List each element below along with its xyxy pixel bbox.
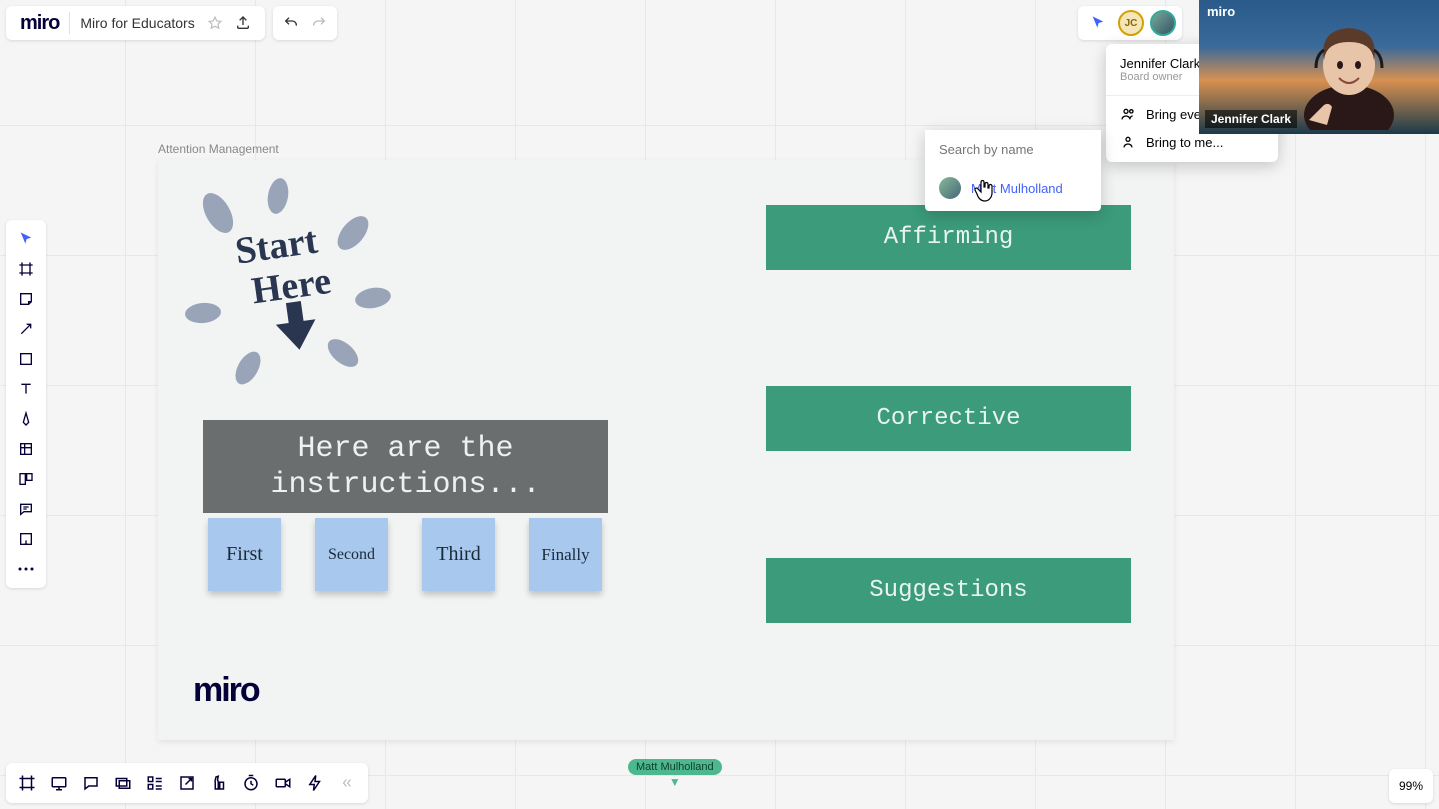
block-affirming[interactable]: Affirming <box>766 205 1131 270</box>
text-tool-icon[interactable] <box>11 376 41 402</box>
bottom-toolbar <box>6 763 368 803</box>
search-input[interactable] <box>925 130 1101 169</box>
avatar-icon <box>939 177 961 199</box>
table-tool-icon[interactable] <box>11 436 41 462</box>
zoom-value: 99% <box>1399 779 1423 793</box>
arrow-tool-icon[interactable] <box>11 316 41 342</box>
kanban-tool-icon[interactable] <box>11 466 41 492</box>
frame-label[interactable]: Attention Management <box>158 142 279 156</box>
miro-logo[interactable]: miro <box>14 12 65 35</box>
miro-logo-canvas[interactable]: miro <box>193 671 259 710</box>
export-icon[interactable] <box>229 9 257 37</box>
top-left-toolbar: miro Miro for Educators <box>6 6 337 40</box>
activity-icon[interactable] <box>140 768 170 798</box>
select-tool-icon[interactable] <box>11 226 41 252</box>
sticky-tool-icon[interactable] <box>11 286 41 312</box>
video-person <box>1294 20 1404 130</box>
comment-tool-icon[interactable] <box>11 496 41 522</box>
start-here-graphic[interactable]: Start Here <box>178 178 398 388</box>
shape-tool-icon[interactable] <box>11 346 41 372</box>
iframe-tool-icon[interactable] <box>11 526 41 552</box>
share-external-icon[interactable] <box>172 768 202 798</box>
presentation-icon[interactable] <box>44 768 74 798</box>
menu-item-label: Bring to me... <box>1146 135 1223 150</box>
cards-icon[interactable] <box>108 768 138 798</box>
frames-panel-icon[interactable] <box>12 768 42 798</box>
video-name: Jennifer Clark <box>1205 110 1297 128</box>
star-icon[interactable] <box>201 9 229 37</box>
video-chat-icon[interactable] <box>268 768 298 798</box>
frame-tool-icon[interactable] <box>11 256 41 282</box>
sticky-row: First Second Third Finally <box>208 518 602 591</box>
left-toolbar <box>6 220 46 588</box>
divider <box>69 12 70 34</box>
instructions-box[interactable]: Here are the instructions... <box>203 420 608 513</box>
collapse-icon[interactable] <box>332 768 362 798</box>
collaborator-cursor: Matt Mulholland ▼ <box>628 759 722 789</box>
search-dropdown: Matt Mulholland <box>925 130 1101 211</box>
sticky-second[interactable]: Second <box>315 518 388 591</box>
zoom-indicator[interactable]: 99% <box>1389 769 1433 803</box>
bolt-icon[interactable] <box>300 768 330 798</box>
sticky-finally[interactable]: Finally <box>529 518 602 591</box>
avatar-matt[interactable] <box>1150 10 1176 36</box>
redo-icon[interactable] <box>305 9 333 37</box>
search-result-name: Matt Mulholland <box>971 181 1063 196</box>
cursor-indicator-icon[interactable] <box>1084 9 1112 37</box>
search-result-item[interactable]: Matt Mulholland <box>925 169 1101 211</box>
video-logo: miro <box>1207 4 1235 19</box>
sticky-first[interactable]: First <box>208 518 281 591</box>
timer-icon[interactable] <box>236 768 266 798</box>
collaborators-bar: JC <box>1078 6 1182 40</box>
cursor-arrow-icon: ▼ <box>669 775 681 789</box>
undo-icon[interactable] <box>277 9 305 37</box>
avatar-jc[interactable]: JC <box>1118 10 1144 36</box>
board-title[interactable]: Miro for Educators <box>74 15 200 31</box>
more-tools-icon[interactable] <box>11 556 41 582</box>
block-corrective[interactable]: Corrective <box>766 386 1131 451</box>
sticky-third[interactable]: Third <box>422 518 495 591</box>
pen-tool-icon[interactable] <box>11 406 41 432</box>
undo-redo-card <box>273 6 337 40</box>
block-suggestions[interactable]: Suggestions <box>766 558 1131 623</box>
board-header-card: miro Miro for Educators <box>6 6 265 40</box>
video-overlay[interactable]: miro Jennifer Clark <box>1199 0 1439 134</box>
collaborator-name-tag: Matt Mulholland <box>628 759 722 775</box>
canvas-frame[interactable]: Start Here Here are the instructions... … <box>158 160 1174 740</box>
voting-icon[interactable] <box>204 768 234 798</box>
comments-panel-icon[interactable] <box>76 768 106 798</box>
